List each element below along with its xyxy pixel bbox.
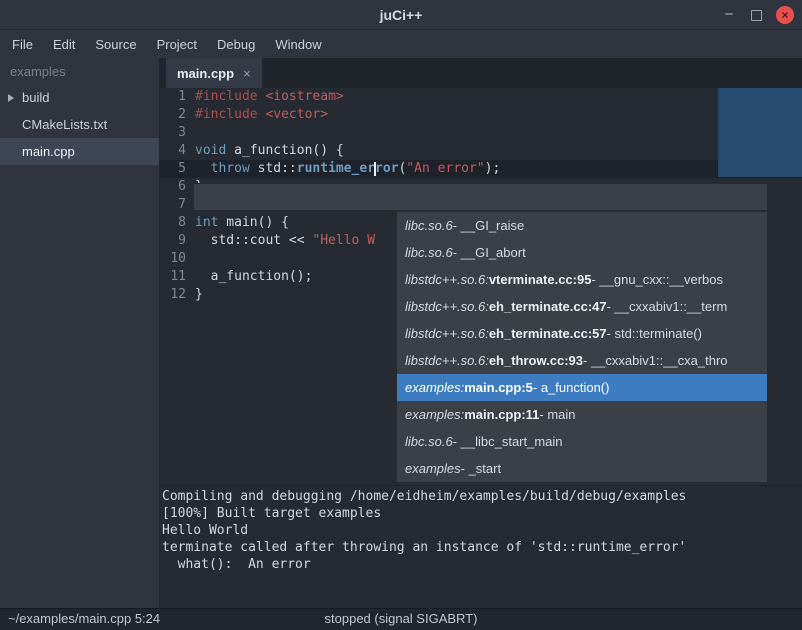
stack-trace-popup: libc.so.6 - __GI_raiselibc.so.6 - __GI_a… [396, 211, 768, 483]
line-number: 9 [160, 232, 195, 250]
stack-frame-row[interactable]: libstdc++.so.6:eh_throw.cc:93 - __cxxabi… [397, 347, 767, 374]
stack-frame-row[interactable]: libc.so.6 - __GI_raise [397, 212, 767, 239]
stack-frame-row[interactable]: libstdc++.so.6:vterminate.cc:95 - __gnu_… [397, 266, 767, 293]
menu-item-window[interactable]: Window [265, 34, 331, 55]
file-tree: build CMakeLists.txt main.cpp [0, 84, 159, 165]
tab-main-cpp[interactable]: main.cpp × [166, 58, 262, 88]
doc-tooltip-panel [718, 88, 802, 177]
console-line: [100%] Built target examples [162, 505, 800, 522]
window-title: juCi++ [380, 7, 423, 23]
line-number: 6 [160, 178, 195, 196]
status-debug-state: stopped (signal SIGABRT) [0, 611, 802, 626]
line-number: 8 [160, 214, 195, 232]
code-text: void a_function() { [195, 142, 344, 160]
line-number: 5 [160, 160, 195, 178]
tree-item-main-cpp[interactable]: main.cpp [0, 138, 159, 165]
menu-item-edit[interactable]: Edit [43, 34, 85, 55]
stack-frame-row[interactable]: libstdc++.so.6:eh_terminate.cc:47 - __cx… [397, 293, 767, 320]
main-area: examples build CMakeLists.txt main.cpp mai… [0, 58, 802, 608]
line-number: 12 [160, 286, 195, 304]
project-root-label: examples [0, 58, 159, 84]
code-line-4: 4void a_function() { [160, 142, 802, 160]
tree-item-label: build [22, 90, 49, 105]
code-text: #include <vector> [195, 106, 328, 124]
code-line-5: 5 throw std::runtime_error("An error"); [160, 160, 802, 178]
code-line-2: 2#include <vector> [160, 106, 802, 124]
code-text: #include <iostream> [195, 88, 344, 106]
code-text: } [195, 286, 203, 304]
tree-item-label: CMakeLists.txt [22, 117, 107, 132]
console-line: terminate called after throwing an insta… [162, 539, 800, 556]
code-editor[interactable]: 1#include <iostream>2#include <vector>34… [160, 88, 802, 485]
titlebar: juCi++ − × [0, 0, 802, 30]
menubar: FileEditSourceProjectDebugWindow [0, 30, 802, 58]
stack-frame-row[interactable]: examples - _start [397, 455, 767, 482]
code-text: int main() { [195, 214, 289, 232]
restore-icon[interactable] [751, 10, 762, 21]
menu-item-file[interactable]: File [2, 34, 43, 55]
stack-frame-row[interactable]: libstdc++.so.6:eh_terminate.cc:57 - std:… [397, 320, 767, 347]
tree-item-label: main.cpp [22, 144, 75, 159]
line-number: 11 [160, 268, 195, 286]
tabbar: main.cpp × [160, 58, 802, 88]
tree-item-cmakelists-txt[interactable]: CMakeLists.txt [0, 111, 159, 138]
console-line: what(): An error [162, 556, 800, 573]
line-number: 3 [160, 124, 195, 142]
juci-window: juCi++ − × FileEditSourceProjectDebugWin… [0, 0, 802, 630]
code-text: a_function(); [195, 268, 312, 286]
console-output[interactable]: Compiling and debugging /home/eidheim/ex… [160, 485, 802, 608]
minimize-icon[interactable]: − [721, 7, 737, 23]
menu-item-source[interactable]: Source [85, 34, 146, 55]
statusbar: ~/examples/main.cpp 5:24 stopped (signal… [0, 608, 802, 630]
signature-tooltip [193, 183, 768, 211]
line-number: 2 [160, 106, 195, 124]
console-line: Hello World [162, 522, 800, 539]
code-text: throw std::runtime_error("An error"); [195, 160, 500, 178]
tab-label: main.cpp [177, 66, 234, 81]
menu-item-debug[interactable]: Debug [207, 34, 265, 55]
line-number: 1 [160, 88, 195, 106]
close-icon[interactable]: × [776, 6, 794, 24]
chevron-right-icon [8, 94, 14, 102]
stack-frame-row[interactable]: examples:main.cpp:5 - a_function() [397, 374, 767, 401]
code-text: std::cout << "Hello W [195, 232, 375, 250]
code-line-3: 3 [160, 124, 802, 142]
line-number: 4 [160, 142, 195, 160]
stack-frame-row[interactable]: libc.so.6 - __GI_abort [397, 239, 767, 266]
console-line: Compiling and debugging /home/eidheim/ex… [162, 488, 800, 505]
tab-close-icon[interactable]: × [243, 66, 251, 81]
stack-frame-row[interactable]: examples:main.cpp:11 - main [397, 401, 767, 428]
menu-item-project[interactable]: Project [147, 34, 207, 55]
file-explorer-sidebar: examples build CMakeLists.txt main.cpp [0, 58, 160, 608]
code-line-1: 1#include <iostream> [160, 88, 802, 106]
editor-pane: main.cpp × 1#include <iostream>2#include… [160, 58, 802, 608]
window-controls: − × [721, 0, 794, 30]
line-number: 7 [160, 196, 195, 214]
line-number: 10 [160, 250, 195, 268]
stack-frame-row[interactable]: libc.so.6 - __libc_start_main [397, 428, 767, 455]
tree-item-build[interactable]: build [0, 84, 159, 111]
